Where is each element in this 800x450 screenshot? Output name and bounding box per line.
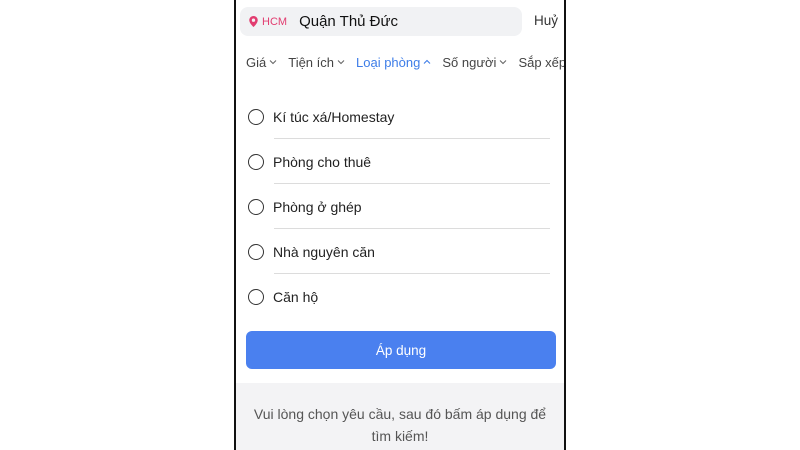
filter-tab-label: Số người	[442, 54, 497, 70]
room-type-option[interactable]: Phòng ở ghép	[236, 184, 564, 229]
filter-tab-label: Giá	[246, 54, 267, 70]
room-type-label: Phòng cho thuê	[273, 153, 372, 170]
room-type-option[interactable]: Nhà nguyên căn	[236, 229, 564, 274]
search-bar[interactable]: HCM Quận Thủ Đức	[240, 7, 522, 36]
location-chip[interactable]: HCM	[240, 7, 295, 36]
radio-button[interactable]	[248, 198, 264, 215]
room-type-label: Phòng ở ghép	[273, 198, 362, 215]
filter-tab-price[interactable]: Giá	[246, 55, 277, 70]
filter-tab-label: Sắp xếp	[518, 54, 566, 70]
filter-tab-label: Loại phòng	[356, 54, 421, 70]
radio-button[interactable]	[248, 108, 264, 125]
filter-tab-amenities[interactable]: Tiện ích	[288, 55, 345, 70]
hint-panel: Vui lòng chọn yêu cầu, sau đó bấm áp dụn…	[236, 383, 564, 450]
location-pin-icon	[249, 16, 258, 27]
chevron-down-icon	[269, 60, 277, 65]
radio-button[interactable]	[248, 243, 264, 260]
chevron-down-icon	[337, 60, 345, 65]
chevron-up-icon	[423, 59, 431, 64]
filter-tab-label: Tiện ích	[288, 54, 334, 70]
room-type-label: Nhà nguyên căn	[273, 243, 375, 260]
filter-tab-sort[interactable]: Sắp xếp	[518, 54, 566, 70]
filter-tab-occupants[interactable]: Số người	[442, 55, 507, 70]
radio-button[interactable]	[248, 153, 264, 170]
location-label: HCM	[262, 15, 288, 28]
room-type-option[interactable]: Căn hộ	[236, 274, 564, 319]
room-type-option[interactable]: Phòng cho thuê	[236, 139, 564, 184]
chevron-down-icon	[500, 60, 507, 65]
hint-text: Vui lòng chọn yêu cầu, sau đó bấm áp dụn…	[253, 406, 547, 444]
filter-tab-room-type[interactable]: Loại phòng	[356, 55, 431, 70]
search-query[interactable]: Quận Thủ Đức	[299, 13, 398, 30]
apply-button[interactable]: Áp dụng	[246, 331, 556, 369]
phone-screen: HCM Quận Thủ Đức Huỷ Giá Tiện ích Loại p…	[234, 0, 566, 450]
room-type-option[interactable]: Kí túc xá/Homestay	[236, 94, 564, 139]
room-type-label: Kí túc xá/Homestay	[273, 108, 395, 125]
room-type-list: Kí túc xá/Homestay Phòng cho thuê Phòng …	[236, 94, 564, 319]
radio-button[interactable]	[248, 288, 264, 305]
room-type-label: Căn hộ	[273, 288, 319, 305]
filter-tabs: Giá Tiện ích Loại phòng Số người Sắp xếp	[236, 52, 564, 72]
cancel-button[interactable]: Huỷ	[534, 13, 558, 28]
